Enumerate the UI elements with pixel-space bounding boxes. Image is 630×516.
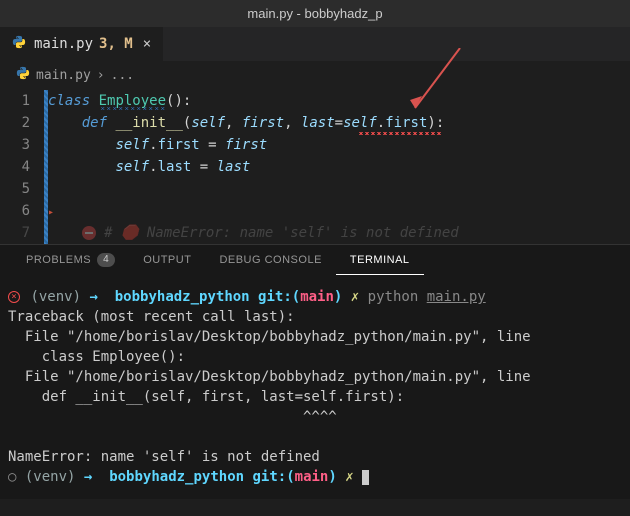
tab-filename: main.py [34, 36, 93, 52]
terminal-cursor [362, 470, 369, 485]
tab-problems[interactable]: PROBLEMS 4 [12, 245, 129, 275]
code-line-6: ▸ [48, 200, 630, 222]
panel: PROBLEMS 4 OUTPUT DEBUG CONSOLE TERMINAL… [0, 244, 630, 499]
breadcrumb-file: main.py [36, 68, 91, 83]
code-line-4: self.last = last [48, 156, 630, 178]
line-gutter: 1 2 3 4 5 6 7 [0, 90, 48, 244]
code-area[interactable]: class Employee(): def __init__(self, fir… [48, 90, 630, 244]
tab-output[interactable]: OUTPUT [129, 245, 205, 275]
titlebar: main.py - bobbyhadz_p [0, 0, 630, 27]
code-line-3: self.first = first [48, 134, 630, 156]
code-line-5 [48, 178, 630, 200]
tab-debug-console[interactable]: DEBUG CONSOLE [205, 245, 335, 275]
tab-terminal[interactable]: TERMINAL [336, 245, 424, 275]
code-line-7: # 🛑 NameError: name 'self' is not define… [48, 222, 630, 244]
breadcrumb-rest: ... [111, 68, 134, 83]
editor[interactable]: 1 2 3 4 5 6 7 class Employee(): def __in… [0, 88, 630, 244]
breadcrumb-sep: › [97, 68, 105, 83]
tab-problem-badge: 3, M [99, 36, 133, 52]
breadcrumb[interactable]: main.py › ... [0, 62, 630, 88]
code-line-2: def __init__(self, first, last=self.firs… [48, 112, 630, 134]
terminal-output[interactable]: × (venv) → bobbyhadz_python git:(main) ✗… [0, 275, 630, 499]
panel-tabs: PROBLEMS 4 OUTPUT DEBUG CONSOLE TERMINAL [0, 245, 630, 275]
problems-count-badge: 4 [97, 253, 115, 267]
tab-bar: main.py 3, M × [0, 27, 630, 62]
tab-main-py[interactable]: main.py 3, M × [0, 27, 164, 61]
code-line-1: class Employee(): [48, 90, 630, 112]
error-dot-icon [82, 226, 96, 240]
python-icon [16, 66, 30, 84]
error-indicator-icon: × [8, 291, 20, 303]
python-icon [12, 35, 26, 53]
close-icon[interactable]: × [143, 36, 151, 52]
